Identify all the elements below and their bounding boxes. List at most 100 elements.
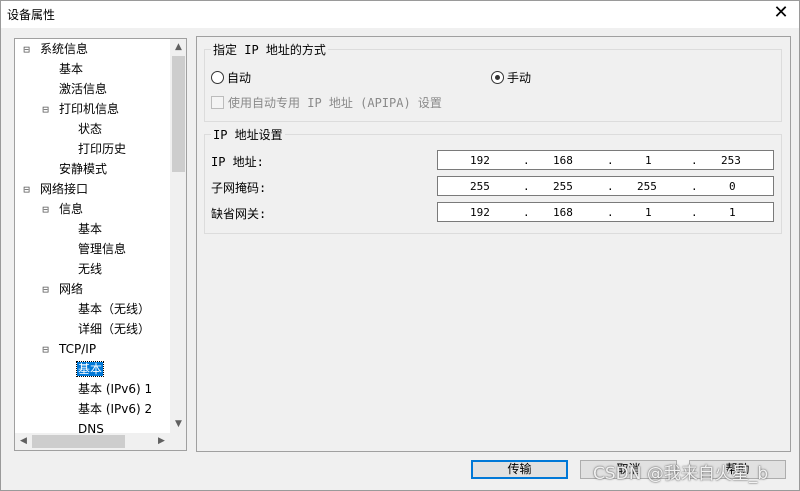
auto-radio-circle[interactable] [211,71,224,84]
apipa-checkbox[interactable]: 使用自动专用 IP 地址 (APIPA) 设置 [211,94,442,111]
manual-radio[interactable]: 手动 [491,69,531,86]
title-bar: 设备属性 ✕ [1,1,799,28]
collapse-toggle-icon[interactable]: ⊟ [41,284,50,295]
subnet-mask-dot: . [607,180,614,193]
subnet-mask-dot: . [523,180,530,193]
tree-item[interactable]: ⊟ TCP/IP [42,340,97,360]
tree-item[interactable]: ⊟ 系统信息 [23,40,89,60]
collapse-toggle-icon[interactable]: ⊟ [22,184,31,195]
default-gateway-octet: 1 [729,206,736,219]
subnet-mask-octet: 255 [637,180,657,193]
window-title: 设备属性 [7,8,56,22]
tree-item-label: 详细（无线） [78,322,151,336]
ip-address-dot: . [523,154,530,167]
ip-address-octet: 253 [721,154,741,167]
default-gateway-dot: . [523,206,530,219]
tree-item-label: 无线 [78,262,103,276]
ip-address-dot: . [607,154,614,167]
tree-item[interactable]: 激活信息 [58,80,108,100]
subnet-mask-label: 子网掩码: [211,181,267,195]
tree-item[interactable]: 无线 [77,260,103,280]
default-gateway-label: 缺省网关: [211,207,267,221]
tree-item[interactable]: ⊟ 网络 [42,280,84,300]
ip-settings-group: IP 地址设置 IP 地址: 192 . 168 . 1 . 253 子网掩码:… [204,126,782,234]
auto-radio-label: 自动 [227,71,252,85]
default-gateway-octet: 168 [553,206,573,219]
tree-item[interactable]: 基本 (IPv6) 1 [77,380,153,400]
tree-item-label: 激活信息 [59,82,108,96]
tree-item[interactable]: ⊟ 信息 [42,200,84,220]
tree-item[interactable]: 管理信息 [77,240,127,260]
tree-item-label: 信息 [59,202,84,216]
scroll-left-icon[interactable]: ◀ [15,433,32,450]
tree-item[interactable]: ⊟ 打印机信息 [42,100,120,120]
tree-item[interactable]: 基本（无线） [77,300,151,320]
default-gateway-dot: . [607,206,614,219]
scroll-down-icon[interactable]: ▼ [170,416,186,433]
tree-item-label: 网络接口 [40,182,89,196]
scroll-right-icon[interactable]: ▶ [153,433,170,450]
tree-item-label: 状态 [78,122,103,136]
tree-item-label: 基本 [75,361,105,377]
default-gateway-dot: . [691,206,698,219]
default-gateway-octet: 192 [470,206,490,219]
tree-item-label: 系统信息 [40,42,89,56]
manual-radio-circle[interactable] [491,71,504,84]
tree-item-label: 打印历史 [78,142,127,156]
ip-address-octet: 192 [470,154,490,167]
csdn-watermark: CSDN @我来自火星_b [593,464,769,484]
scrollbar-corner [170,433,186,450]
ip-address-dot: . [691,154,698,167]
tree-item-label: 安静模式 [59,162,108,176]
tree-item[interactable]: 基本 [58,60,84,80]
ip-address-label: IP 地址: [211,155,264,169]
vertical-scroll-thumb[interactable] [172,56,185,172]
apipa-checkbox-box[interactable] [211,96,224,109]
horizontal-scroll-thumb[interactable] [32,435,125,448]
subnet-mask-field[interactable]: 255 . 255 . 255 . 0 [437,176,774,196]
ip-method-group-title: 指定 IP 地址的方式 [211,41,328,58]
ip-address-octet: 168 [553,154,573,167]
settings-tree: ⊟ 系统信息 基本 激活信息 ⊟ 打印机信息 状态 打印历史 安静模式 ⊟ 网络接口 ⊟ 信息 基本 管理信… [14,38,187,451]
collapse-toggle-icon[interactable]: ⊟ [41,344,50,355]
tree-item-label: 基本 (IPv6) 1 [78,382,153,396]
transmit-button[interactable]: 传输 [471,460,568,479]
ip-address-octet: 1 [645,154,652,167]
tree-item[interactable]: 基本 [77,220,103,240]
tree-item-label: 基本 [78,222,103,236]
default-gateway-octet: 1 [645,206,652,219]
collapse-toggle-icon[interactable]: ⊟ [41,104,50,115]
tree-vertical-scrollbar[interactable]: ▲ ▼ [170,39,186,433]
tree-item-label: 网络 [59,282,84,296]
tree-item-label: 打印机信息 [59,102,120,116]
tree-item[interactable]: 基本 [75,360,105,380]
tree-item[interactable]: ⊟ 网络接口 [23,180,89,200]
tree-horizontal-scrollbar[interactable]: ◀ ▶ [15,433,170,450]
subnet-mask-octet: 255 [553,180,573,193]
tree-item[interactable]: 基本 (IPv6) 2 [77,400,153,420]
tree-item[interactable]: 详细（无线） [77,320,151,340]
device-properties-window: 设备属性 ✕ ⊟ 系统信息 基本 激活信息 ⊟ 打印机信息 状态 打印历史 安静模式 ⊟ 网络接口 ⊟… [0,0,800,491]
tree-item[interactable]: 安静模式 [58,160,108,180]
tree-item-label: 基本 [59,62,84,76]
close-icon[interactable]: ✕ [771,3,791,23]
tree-item[interactable]: 状态 [77,120,103,140]
apipa-checkbox-label: 使用自动专用 IP 地址 (APIPA) 设置 [228,96,442,110]
auto-radio[interactable]: 自动 [211,69,251,86]
settings-panel: 指定 IP 地址的方式 自动 手动 使用自动专用 IP 地址 (APIPA) 设… [196,36,791,452]
tree-item-label: 基本 (IPv6) 2 [78,402,153,416]
ip-method-group: 指定 IP 地址的方式 自动 手动 使用自动专用 IP 地址 (APIPA) 设… [204,41,782,122]
subnet-mask-dot: . [691,180,698,193]
subnet-mask-octet: 255 [470,180,490,193]
tree-item-label: 基本（无线） [78,302,151,316]
collapse-toggle-icon[interactable]: ⊟ [22,44,31,55]
ip-address-field[interactable]: 192 . 168 . 1 . 253 [437,150,774,170]
tree-item-label: TCP/IP [59,342,97,356]
tree-item[interactable]: 打印历史 [77,140,127,160]
collapse-toggle-icon[interactable]: ⊟ [41,204,50,215]
scroll-up-icon[interactable]: ▲ [170,39,186,56]
ip-settings-group-title: IP 地址设置 [211,126,285,143]
default-gateway-field[interactable]: 192 . 168 . 1 . 1 [437,202,774,222]
manual-radio-label: 手动 [507,71,532,85]
subnet-mask-octet: 0 [729,180,736,193]
